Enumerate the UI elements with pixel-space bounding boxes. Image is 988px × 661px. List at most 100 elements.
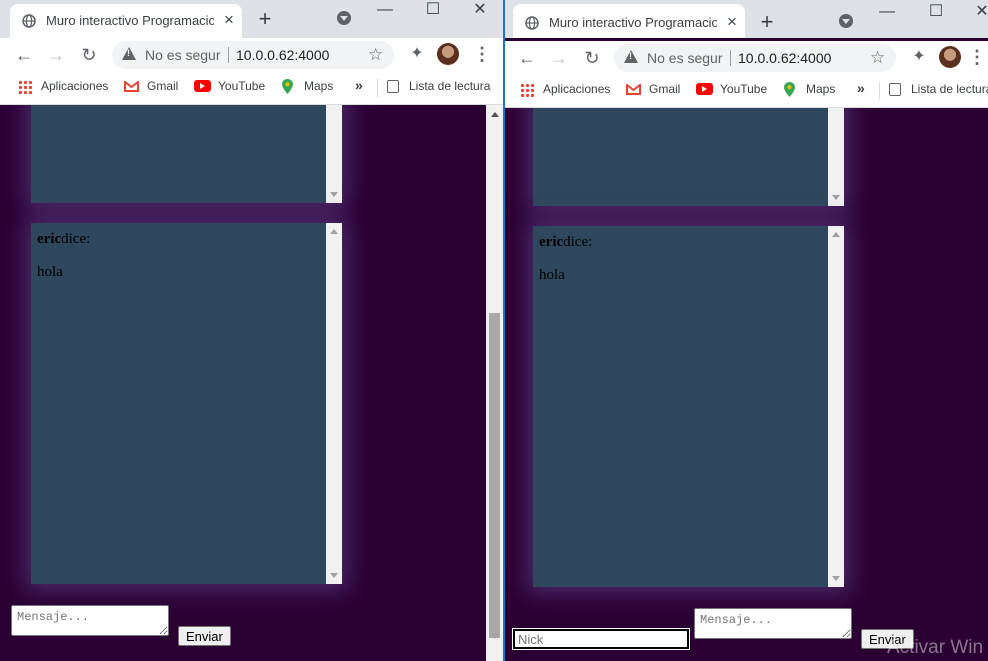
address-bar[interactable]: No es segur 10.0.0.62:4000 ☆: [614, 44, 896, 72]
scroll-down-icon[interactable]: [832, 195, 840, 200]
profile-avatar[interactable]: [437, 43, 459, 65]
toolbar: ← → ↻ No es segur 10.0.0.62:4000 ☆ ✦ ⋮: [505, 41, 988, 75]
bookmark-star-icon[interactable]: ☆: [870, 48, 885, 68]
bookmarks-bar: Aplicaciones Gmail YouTube Maps » Lista …: [0, 72, 503, 105]
back-icon[interactable]: ←: [12, 43, 36, 67]
bookmark-youtube[interactable]: YouTube: [720, 82, 767, 96]
profile-avatar[interactable]: [939, 46, 961, 68]
globe-icon: [525, 16, 539, 30]
scroll-up-icon[interactable]: [491, 112, 499, 117]
extensions-icon[interactable]: ✦: [910, 48, 928, 66]
more-bookmarks-icon[interactable]: »: [355, 77, 363, 93]
minimize-icon[interactable]: —: [363, 0, 407, 22]
message-panel[interactable]: [533, 108, 844, 206]
menu-kebab-icon[interactable]: ⋮: [473, 44, 491, 64]
message-input[interactable]: [11, 605, 169, 636]
tab-search-icon[interactable]: [337, 11, 351, 25]
youtube-icon: [696, 83, 713, 95]
activation-watermark: Activar Win: [887, 637, 984, 658]
message-panel[interactable]: [31, 105, 342, 203]
tab-search-icon[interactable]: [839, 14, 853, 28]
page-scrollbar[interactable]: [486, 105, 503, 661]
browser-tab[interactable]: Muro interactivo Programacion ×: [10, 4, 242, 38]
close-window-icon[interactable]: ✕: [960, 2, 988, 24]
bookmark-maps[interactable]: Maps: [304, 79, 333, 93]
divider: [228, 47, 229, 63]
nick-input[interactable]: [512, 628, 690, 650]
new-tab-icon[interactable]: +: [254, 8, 276, 30]
minimize-icon[interactable]: —: [865, 2, 909, 24]
back-icon[interactable]: ←: [515, 46, 539, 70]
apps-grid-icon: [18, 80, 32, 94]
new-tab-icon[interactable]: +: [756, 11, 778, 33]
divider: [730, 50, 731, 66]
warning-icon: [122, 47, 136, 60]
extensions-icon[interactable]: ✦: [408, 45, 426, 63]
bookmark-apps[interactable]: Aplicaciones: [543, 82, 610, 96]
menu-kebab-icon[interactable]: ⋮: [968, 47, 986, 67]
scroll-down-icon[interactable]: [330, 192, 338, 197]
toolbar: ← → ↻ No es segur 10.0.0.62:4000 ☆ ✦ ⋮: [0, 38, 503, 72]
scrollbar-thumb[interactable]: [489, 313, 500, 638]
page-content: ericdice: hola Enviar: [0, 105, 503, 661]
bookmark-reading-list[interactable]: Lista de lectura: [911, 82, 988, 96]
scroll-down-icon[interactable]: [491, 634, 499, 639]
globe-icon: [22, 14, 36, 28]
tab-title: Muro interactivo Programacion: [46, 13, 214, 28]
tab-strip: Muro interactivo Programacion × + — ☐ ✕: [505, 0, 988, 38]
maximize-icon[interactable]: ☐: [914, 2, 958, 24]
message-panel[interactable]: ericdice: hola: [31, 223, 342, 584]
url-text: 10.0.0.62:4000: [738, 50, 832, 66]
panel-scrollbar[interactable]: [326, 223, 342, 584]
divider: [377, 79, 378, 97]
message-input[interactable]: [694, 608, 852, 639]
message-verb: dice:: [61, 231, 91, 247]
bookmark-gmail[interactable]: Gmail: [649, 82, 680, 96]
bookmark-reading-list[interactable]: Lista de lectura: [409, 79, 490, 93]
message-author: eric: [539, 234, 564, 250]
maps-pin-icon: [282, 79, 293, 94]
close-tab-icon[interactable]: ×: [220, 11, 238, 29]
page-content: ericdice: hola Enviar: [505, 108, 988, 661]
scroll-down-icon[interactable]: [330, 573, 338, 578]
gmail-icon: [124, 81, 139, 92]
reading-list-icon: [387, 80, 399, 93]
scroll-up-icon[interactable]: [330, 229, 338, 234]
browser-tab[interactable]: Muro interactivo Programacion ×: [513, 4, 745, 38]
tab-strip: Muro interactivo Programacion × + — ☐ ✕: [0, 0, 503, 38]
close-window-icon[interactable]: ✕: [458, 0, 502, 22]
message-author-line: ericdice:: [37, 231, 90, 248]
bookmark-apps[interactable]: Aplicaciones: [41, 79, 108, 93]
panel-scrollbar[interactable]: [828, 226, 844, 587]
gmail-icon: [626, 84, 641, 95]
bookmark-youtube[interactable]: YouTube: [218, 79, 265, 93]
apps-grid-icon: [520, 83, 534, 97]
panel-scrollbar[interactable]: [828, 108, 844, 206]
message-panel[interactable]: ericdice: hola: [533, 226, 844, 587]
reload-icon[interactable]: ↻: [580, 46, 604, 70]
more-bookmarks-icon[interactable]: »: [857, 80, 865, 96]
warning-icon: [624, 50, 638, 63]
close-tab-icon[interactable]: ×: [723, 13, 741, 31]
browser-window-right: Muro interactivo Programacion × + — ☐ ✕ …: [505, 0, 988, 661]
address-bar[interactable]: No es segur 10.0.0.62:4000 ☆: [112, 41, 394, 69]
security-label: No es segur: [145, 47, 221, 63]
forward-icon[interactable]: →: [44, 43, 68, 67]
bookmark-maps[interactable]: Maps: [806, 82, 835, 96]
panel-scrollbar[interactable]: [326, 105, 342, 203]
reload-icon[interactable]: ↻: [77, 43, 101, 67]
scroll-up-icon[interactable]: [832, 232, 840, 237]
bookmark-star-icon[interactable]: ☆: [368, 45, 383, 65]
url-text: 10.0.0.62:4000: [236, 47, 330, 63]
reading-list-icon: [889, 83, 901, 96]
bookmark-gmail[interactable]: Gmail: [147, 79, 178, 93]
maximize-icon[interactable]: ☐: [411, 0, 455, 22]
scroll-down-icon[interactable]: [832, 576, 840, 581]
youtube-icon: [194, 80, 211, 92]
forward-icon[interactable]: →: [547, 46, 571, 70]
message-author-line: ericdice:: [539, 234, 592, 251]
security-label: No es segur: [647, 50, 723, 66]
bookmarks-bar: Aplicaciones Gmail YouTube Maps » Lista …: [505, 75, 988, 108]
message-text: hola: [37, 264, 63, 280]
send-button[interactable]: Enviar: [178, 626, 231, 646]
